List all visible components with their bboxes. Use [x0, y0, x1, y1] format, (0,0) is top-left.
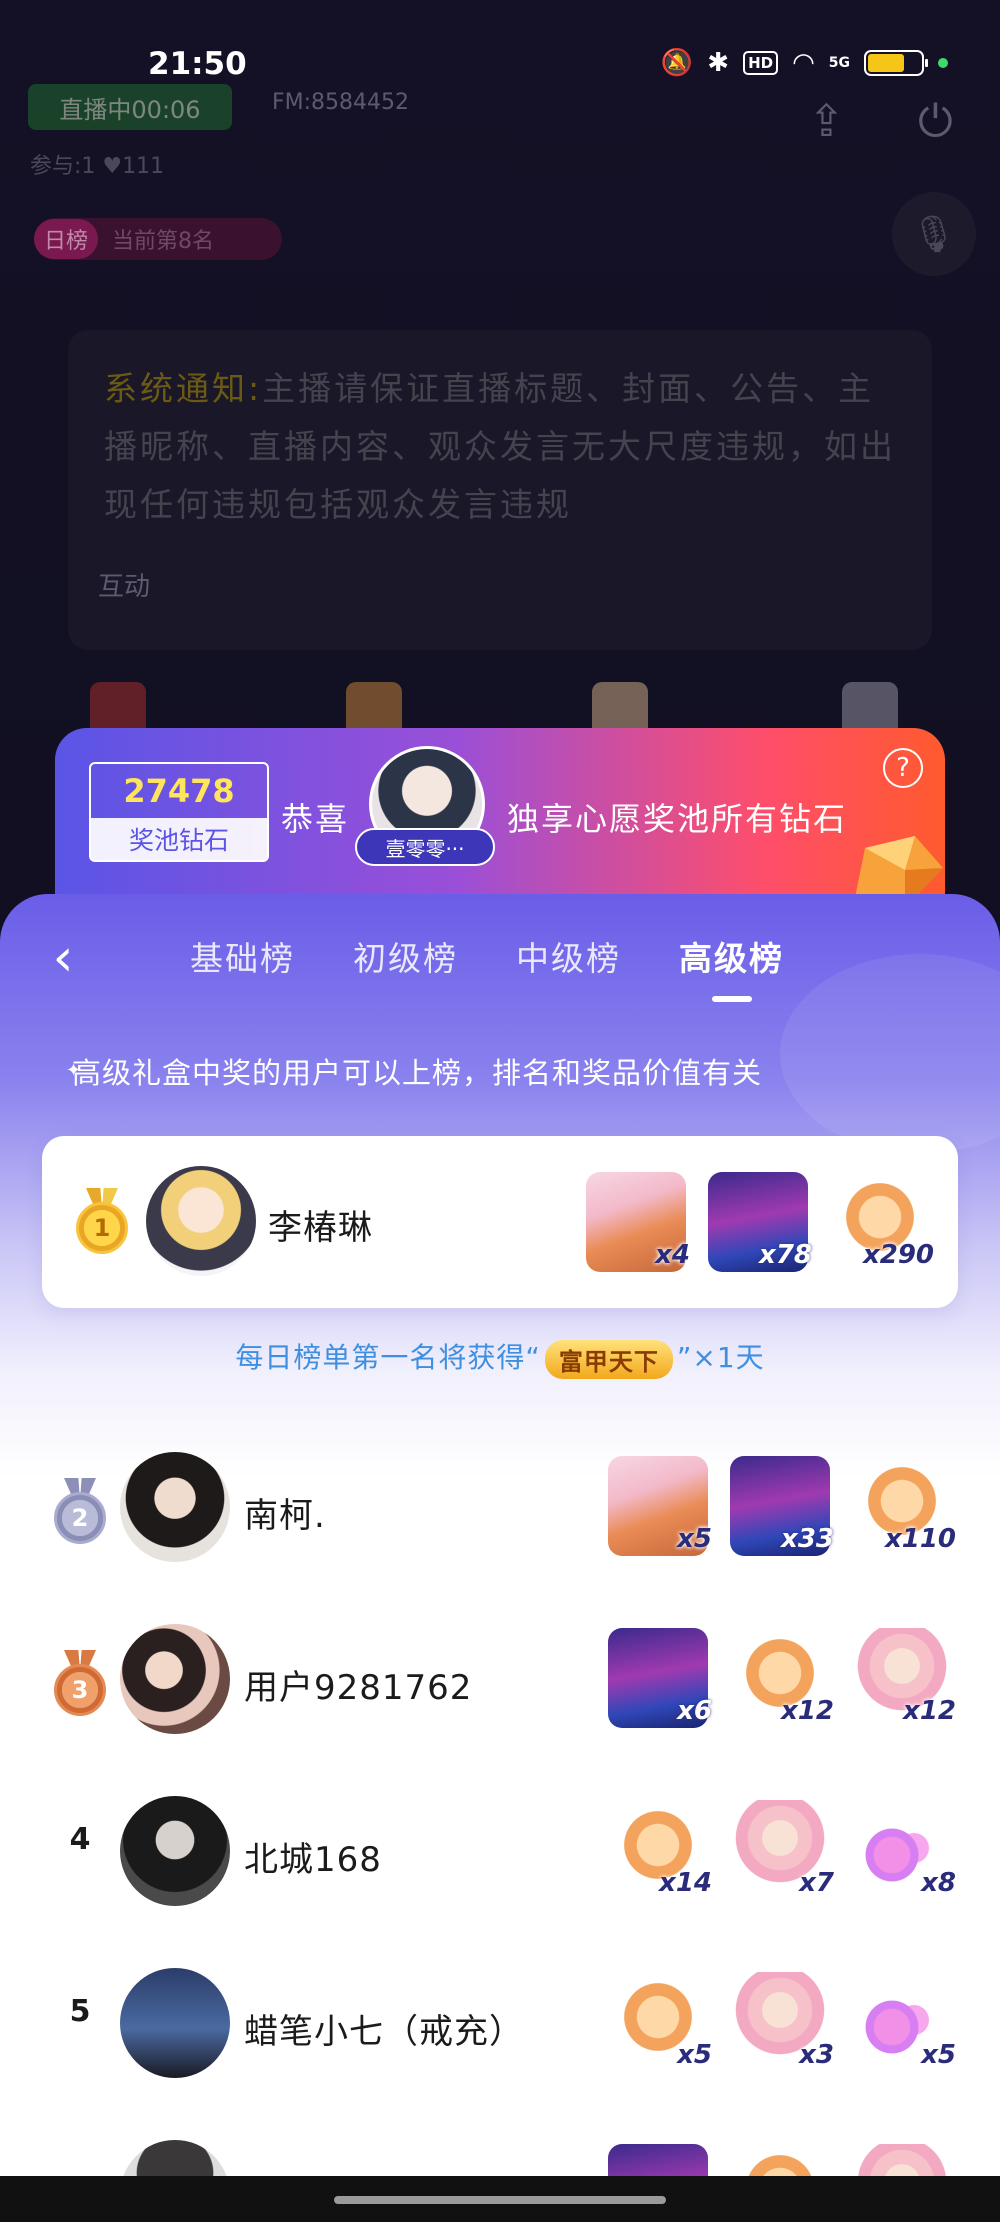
gift-cat: x110	[852, 1456, 956, 1556]
5g-signal-icon: 5G	[828, 55, 850, 71]
share-icon[interactable]: ⇪	[808, 96, 845, 147]
gift-dj: x78	[708, 1172, 812, 1272]
gift-bear: x12	[852, 1628, 956, 1728]
gift-cat: x5	[608, 1972, 712, 2072]
rank-number: 2	[54, 1492, 106, 1544]
help-icon[interactable]: ?	[883, 748, 923, 788]
battery-icon	[864, 50, 928, 76]
fm-label: FM:8584452	[272, 90, 410, 115]
user-name: 南柯.	[244, 1496, 326, 1536]
system-notice-label: 系统通知:	[104, 369, 263, 408]
home-indicator[interactable]	[334, 2196, 666, 2204]
tab-intermediate[interactable]: 中级榜	[516, 932, 621, 992]
battery-fill	[868, 54, 905, 72]
join-info: 参与:1 ♥111	[30, 154, 165, 179]
live-status-badge: 直播中00:06	[28, 84, 232, 130]
prize-pool-banner: 27478 奖池钻石 恭喜 壹零零··· 独享心愿奖池所有钻石 ?	[55, 728, 945, 908]
daily-rank-tag: 日榜	[34, 219, 99, 259]
tab-basic[interactable]: 基础榜	[190, 932, 295, 992]
gift-heart: x8	[852, 1800, 956, 1900]
user-name: 蜡笔小七（戒充）	[244, 2012, 524, 2052]
gift-bear: x3	[730, 1972, 834, 2072]
avatar	[120, 1452, 230, 1562]
bronze-medal-icon: 3	[54, 1650, 106, 1716]
leaderboard-subtitle: 高级礼盒中奖的用户可以上榜，排名和奖品价值有关	[72, 1056, 763, 1090]
avatar	[120, 1796, 230, 1906]
gift-fox: x5	[608, 1456, 712, 1556]
rank-number: 1	[76, 1202, 128, 1254]
gift-fox: x4	[586, 1172, 690, 1272]
power-icon[interactable]: ⏻	[918, 96, 953, 147]
gift-cat: x290	[830, 1172, 934, 1272]
gold-medal-icon: 1	[76, 1188, 128, 1254]
user-name: 北城168	[244, 1840, 382, 1880]
back-button[interactable]: ‹	[38, 928, 88, 988]
mute-icon: 🔕	[660, 48, 694, 78]
gift-bear: x7	[730, 1800, 834, 1900]
rank-number: 3	[54, 1664, 106, 1716]
gift-dj: x33	[730, 1456, 834, 1556]
sheet-decoration	[780, 954, 1000, 1154]
reward-title-badge: 富甲天下	[544, 1339, 673, 1379]
status-icons: 🔕 ✱ HD ◠ 5G	[661, 48, 948, 78]
gift-heart: x5	[852, 1972, 956, 2072]
wifi-icon: ◠	[792, 48, 815, 78]
win-text: 独享心愿奖池所有钻石	[507, 800, 848, 838]
user-name: 用户9281762	[244, 1668, 473, 1708]
camera-dot-icon	[938, 58, 948, 68]
rank-number: 5	[69, 1994, 91, 2029]
pool-diamond-label: 奖池钻石	[91, 818, 267, 860]
pool-diamond-box: 27478 奖池钻石	[89, 762, 269, 862]
rank-number: 4	[69, 1822, 91, 1857]
avatar	[120, 1968, 230, 2078]
interact-label: 互动	[98, 572, 151, 602]
avatar	[146, 1166, 256, 1276]
leaderboard-tabs: 基础榜 初级榜 中级榜 高级榜	[190, 932, 784, 992]
gift-cat: x14	[608, 1800, 712, 1900]
winner-name: 壹零零···	[355, 828, 495, 866]
silver-medal-icon: 2	[54, 1478, 106, 1544]
status-time: 21:50	[148, 46, 247, 82]
gift-dj: x6	[608, 1628, 712, 1728]
microphone-icon[interactable]: 🎙	[892, 192, 976, 276]
daily-rank-text: 当前第8名	[112, 229, 215, 254]
daily-rank-badge[interactable]: 日榜 当前第8名	[34, 218, 282, 260]
gift-cat: x12	[730, 1628, 834, 1728]
hd-icon: HD	[743, 51, 779, 75]
daily-reward-note: 每日榜单第一名将获得“ 富甲天下 ”×1天	[0, 1336, 1000, 1379]
congrats-text: 恭喜	[281, 800, 350, 838]
leaderboard-sheet: ‹ 基础榜 初级榜 中级榜 高级榜 ✦ 高级礼盒中奖的用户可以上榜，排名和奖品价…	[0, 894, 1000, 2222]
system-notice: 系统通知:主播请保证直播标题、封面、公告、主播昵称、直播内容、观众发言无大尺度违…	[68, 330, 932, 650]
avatar	[120, 1624, 230, 1734]
tab-beginner[interactable]: 初级榜	[353, 932, 458, 992]
user-name: 李椿琳	[268, 1208, 373, 1248]
pool-diamond-count: 27478	[123, 772, 235, 810]
tab-advanced[interactable]: 高级榜	[679, 932, 784, 992]
top-rank-card[interactable]: 1 李椿琳 x4 x78 x290	[42, 1136, 958, 1308]
bluetooth-icon: ✱	[707, 48, 730, 78]
